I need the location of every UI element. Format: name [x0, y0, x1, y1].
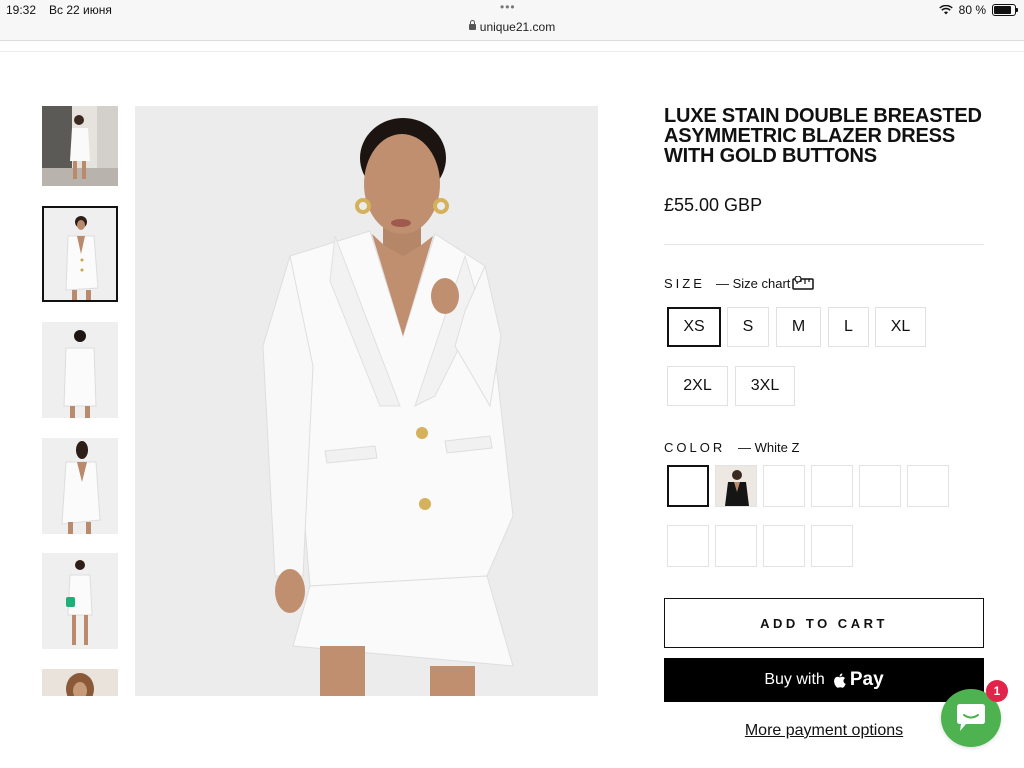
thumbnail-1[interactable] [42, 106, 118, 186]
status-time: 19:32 [6, 3, 37, 17]
thumbnail-6[interactable] [42, 669, 118, 696]
thumbnail-2[interactable] [42, 206, 118, 302]
buy-with-label: Buy with [764, 671, 825, 688]
main-product-image[interactable] [135, 106, 598, 696]
product-photo-thumbnail [42, 553, 118, 649]
status-indicators: 80 % [938, 3, 1018, 17]
color-label: COLOR [664, 440, 726, 455]
product-photo-thumbnail [42, 669, 118, 696]
status-date: Вс 22 июня [49, 3, 112, 17]
color-swatch[interactable] [763, 465, 805, 507]
product-photo-thumbnail [42, 322, 118, 418]
ruler-icon[interactable] [792, 276, 814, 290]
product-photo [135, 106, 598, 696]
swatch-photo [716, 466, 756, 506]
product-price: £55.00 GBP [664, 195, 763, 215]
size-option-2xl[interactable]: 2XL [667, 366, 728, 406]
selected-color-name: — White Z [738, 440, 800, 455]
thumbnail-3[interactable] [42, 322, 118, 418]
color-swatch[interactable] [811, 465, 853, 507]
chat-notification-badge: 1 [986, 680, 1008, 702]
product-title: LUXE STAIN DOUBLE BREASTED ASYMMETRIC BL… [664, 105, 982, 167]
apple-logo-icon [833, 672, 846, 688]
size-option-s[interactable]: S [727, 307, 769, 347]
lock-icon [468, 20, 476, 30]
size-option-l[interactable]: L [828, 307, 869, 347]
thumbnail-5[interactable] [42, 553, 118, 649]
status-bar: 19:32 Вс 22 июня ••• unique21.com 80 % [0, 0, 1024, 41]
battery-percent: 80 % [958, 3, 986, 17]
header-divider [0, 51, 1024, 52]
size-option-m[interactable]: M [776, 307, 821, 347]
multitasking-dots-icon[interactable]: ••• [500, 0, 516, 14]
apple-pay-button[interactable]: Buy with Pay [664, 658, 984, 702]
color-swatch[interactable] [715, 525, 757, 567]
battery-icon [992, 4, 1018, 16]
size-option-3xl[interactable]: 3XL [735, 366, 795, 406]
color-swatch[interactable] [811, 525, 853, 567]
pay-label: Pay [849, 669, 884, 690]
product-photo-thumbnail [44, 208, 116, 300]
color-swatch[interactable] [715, 465, 757, 507]
color-swatch[interactable] [763, 525, 805, 567]
wifi-icon [938, 5, 953, 15]
size-chart-link[interactable]: — Size chart [716, 276, 790, 291]
color-swatch[interactable] [859, 465, 901, 507]
color-swatch[interactable] [667, 465, 709, 507]
product-photo-thumbnail [42, 106, 118, 186]
color-swatch[interactable] [667, 525, 709, 567]
size-option-xl[interactable]: XL [875, 307, 926, 347]
more-payment-options-link[interactable]: More payment options [664, 722, 984, 740]
url-text: unique21.com [479, 20, 556, 34]
chat-bubble-icon [957, 704, 985, 731]
info-divider [664, 244, 984, 245]
color-swatch[interactable] [907, 465, 949, 507]
thumbnail-4[interactable] [42, 438, 118, 534]
size-option-xs[interactable]: XS [667, 307, 721, 347]
size-label: SIZE [664, 276, 705, 291]
product-photo-thumbnail [42, 438, 118, 534]
add-to-cart-button[interactable]: ADD TO CART [664, 598, 984, 648]
address-bar[interactable]: unique21.com [0, 20, 1024, 34]
